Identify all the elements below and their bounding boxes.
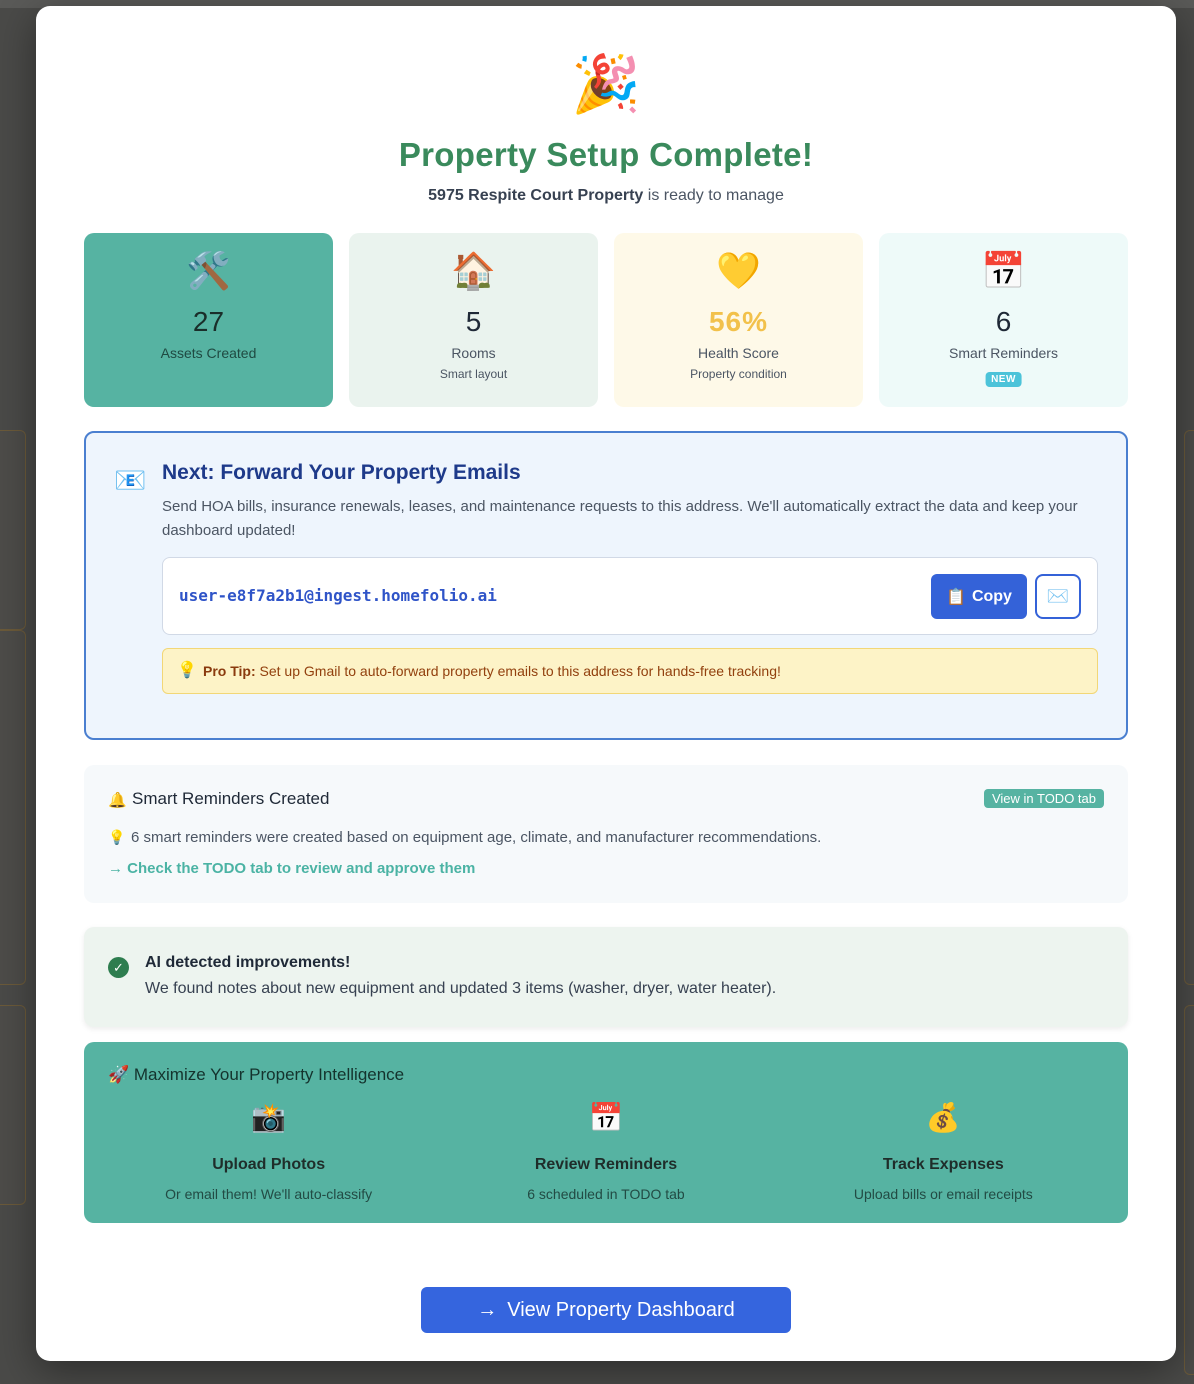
action-sublabel: Upload bills or email receipts <box>853 1186 1033 1202</box>
action-label: Upload Photos <box>212 1156 326 1173</box>
lightbulb-icon: 💡 <box>108 829 126 845</box>
email-forward-description: Send HOA bills, insurance renewals, leas… <box>162 498 1078 539</box>
party-popper-icon: 🎉 <box>571 52 641 115</box>
lightbulb-icon: 💡 <box>177 662 197 679</box>
modal-subtitle: 5975 Respite Court Property is ready to … <box>36 187 1176 205</box>
ai-description: We found notes about new equipment and u… <box>145 980 777 997</box>
ai-title: AI detected improvements! <box>145 954 351 971</box>
stat-card-smart-reminders: 📅 6 Smart Reminders NEW <box>879 233 1128 407</box>
action-sublabel: Or email them! We'll auto-classify <box>165 1186 373 1202</box>
arrow-right-icon: → <box>477 1298 498 1321</box>
stat-label: Assets Created <box>160 345 257 361</box>
new-badge: NEW <box>985 372 1022 387</box>
pro-tip-text: Pro Tip: Set up Gmail to auto-forward pr… <box>203 663 781 679</box>
stat-label: Smart Reminders <box>949 345 1058 361</box>
clipboard-icon: 📋 <box>946 588 966 606</box>
stat-sublabel: Smart layout <box>439 367 508 381</box>
calendar-icon: 📅 <box>981 250 1026 291</box>
stat-sublabel: Property condition <box>690 367 787 381</box>
action-upload-photos[interactable]: 📸 Upload Photos Or email them! We'll aut… <box>100 1100 437 1210</box>
action-review-reminders[interactable]: 📅 Review Reminders 6 scheduled in TODO t… <box>437 1100 774 1210</box>
ingest-email-address[interactable]: user-e8f7a2b1@ingest.homefolio.ai <box>179 586 497 605</box>
stat-value: 6 <box>995 306 1012 337</box>
stats-row: 🛠️ 27 Assets Created 🏠 5 Rooms Smart lay… <box>84 233 1128 407</box>
smart-reminders-panel: 🔔 Smart Reminders Created View in TODO t… <box>84 765 1128 903</box>
action-label: Review Reminders <box>534 1156 678 1173</box>
stat-card-assets: 🛠️ 27 Assets Created <box>84 233 333 407</box>
stat-card-health-score: 💛 56% Health Score Property condition <box>614 233 863 407</box>
subtitle-suffix: is ready to manage <box>643 187 784 204</box>
check-todo-link[interactable]: → Check the TODO tab to review and appro… <box>108 860 475 877</box>
stat-label: Health Score <box>698 345 779 361</box>
stat-value: 5 <box>465 306 482 337</box>
house-icon: 🏠 <box>451 250 496 291</box>
tools-icon: 🛠️ <box>186 250 231 291</box>
yellow-heart-icon: 💛 <box>716 250 761 291</box>
dashboard-button-label: View Property Dashboard <box>507 1298 735 1321</box>
action-label: Track Expenses <box>882 1156 1004 1173</box>
background-card <box>0 430 26 630</box>
envelope-icon: ✉️ <box>1046 586 1070 606</box>
setup-complete-modal: 🎉 Property Setup Complete! 5975 Respite … <box>36 6 1176 1361</box>
camera-icon: 📸 <box>251 1102 287 1133</box>
stat-label: Rooms <box>451 345 496 361</box>
pro-tip-box: 💡 Pro Tip: Set up Gmail to auto-forward … <box>162 648 1098 694</box>
pro-tip-label: Pro Tip: <box>203 663 256 679</box>
copy-button-label: Copy <box>971 587 1012 605</box>
maximize-title: 🚀 Maximize Your Property Intelligence <box>108 1065 405 1084</box>
check-circle-icon: ✓ <box>108 957 129 978</box>
stat-card-rooms: 🏠 5 Rooms Smart layout <box>349 233 598 407</box>
maximize-actions: 📸 Upload Photos Or email them! We'll aut… <box>100 1100 1112 1210</box>
background-card <box>1184 430 1194 985</box>
ai-improvements-panel: ✓ AI detected improvements! We found not… <box>84 927 1128 1027</box>
open-mail-button[interactable]: ✉️ <box>1035 574 1081 619</box>
view-dashboard-button[interactable]: → View Property Dashboard <box>421 1287 791 1333</box>
maximize-intelligence-panel: 🚀 Maximize Your Property Intelligence 📸 … <box>84 1042 1128 1223</box>
modal-title: Property Setup Complete! <box>398 136 814 173</box>
reminders-description: 6 smart reminders were created based on … <box>131 829 822 846</box>
reminders-title: Smart Reminders Created <box>132 789 330 808</box>
money-bag-icon: 💰 <box>925 1102 961 1133</box>
ingest-address-box: user-e8f7a2b1@ingest.homefolio.ai 📋 Copy… <box>162 557 1098 635</box>
email-forward-title: Next: Forward Your Property Emails <box>162 461 521 484</box>
calendar-icon: 📅 <box>588 1102 624 1133</box>
pro-tip-body: Set up Gmail to auto-forward property em… <box>255 663 781 679</box>
property-name: 5975 Respite Court Property <box>428 187 644 204</box>
background-card <box>0 630 26 985</box>
action-sublabel: 6 scheduled in TODO tab <box>527 1186 685 1202</box>
email-forward-panel: 📧 Next: Forward Your Property Emails Sen… <box>84 431 1128 740</box>
stat-value: 56% <box>708 306 769 337</box>
background-card <box>1184 1005 1194 1375</box>
view-todo-button[interactable]: View in TODO tab <box>983 789 1104 808</box>
action-track-expenses[interactable]: 💰 Track Expenses Upload bills or email r… <box>775 1100 1112 1210</box>
stat-value: 27 <box>192 306 225 337</box>
bell-icon: 🔔 <box>108 792 127 809</box>
background-card <box>0 1005 26 1205</box>
email-icon: 📧 <box>114 465 147 495</box>
copy-address-button[interactable]: 📋 Copy <box>931 574 1027 619</box>
